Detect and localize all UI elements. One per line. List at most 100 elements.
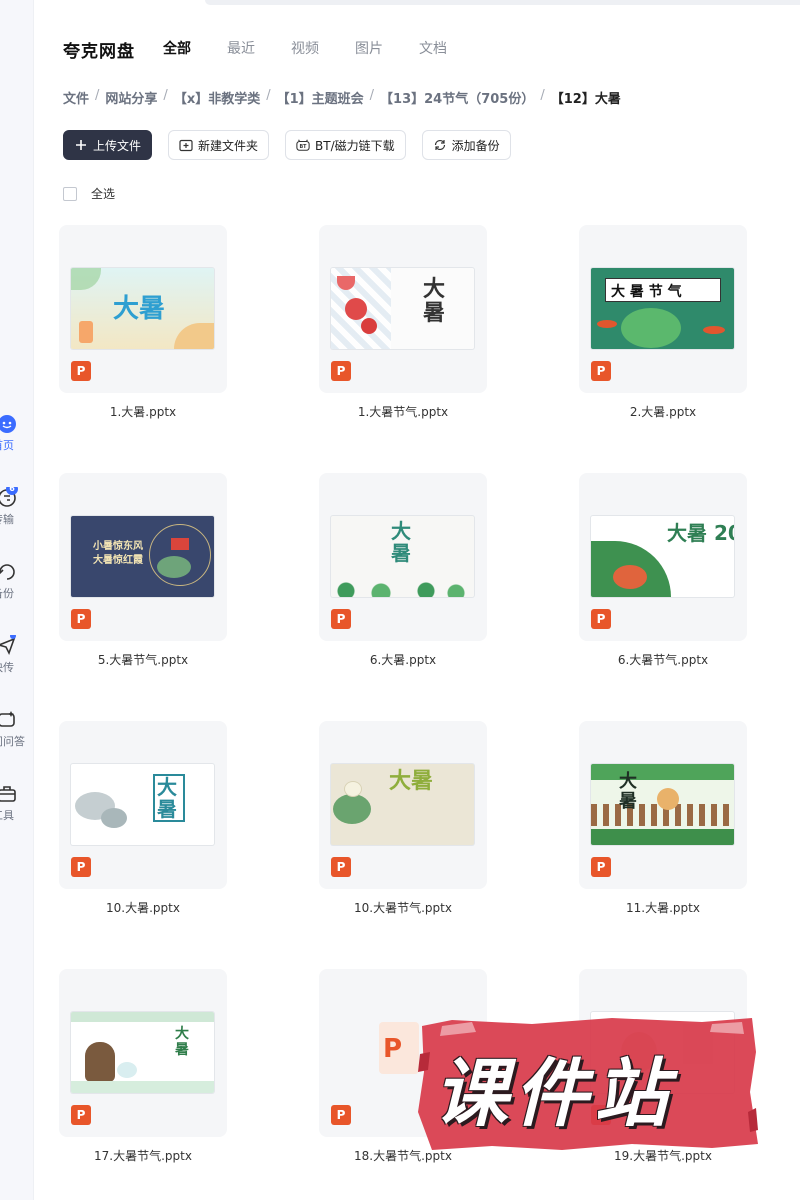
plus-icon [74, 138, 88, 152]
tab-recent[interactable]: 最近 [227, 38, 255, 58]
file-name[interactable]: 17.大暑节气.pptx [39, 1147, 247, 1164]
thumbnail-title: 大暑 [157, 775, 177, 821]
sidebar-item-label: 快传 [0, 661, 14, 674]
search-bar-edge [205, 0, 800, 5]
breadcrumb-current: 【12】大暑 [550, 92, 621, 107]
thumbnail-title: 大暑 [113, 294, 166, 324]
sidebar-item-label: 工具 [0, 809, 14, 822]
sidebar-item-tools[interactable]: 工具 [0, 783, 34, 839]
ppt-file-icon: P [71, 1105, 91, 1125]
file-name[interactable]: 2.大暑.pptx [559, 403, 767, 420]
file-thumbnail: 大暑 [331, 764, 474, 845]
breadcrumb-item[interactable]: 【13】24节气（705份） [380, 88, 534, 107]
watermark-stamp: 课件站 [412, 1012, 760, 1154]
watermark-text: 课件站 [434, 1051, 674, 1137]
brand-title: 夸克网盘 [63, 42, 135, 62]
tab-images[interactable]: 图片 [355, 38, 383, 58]
add-backup-button[interactable]: 添加备份 [421, 130, 511, 160]
file-card[interactable]: 大暑 P 10.大暑节气.pptx [319, 721, 487, 936]
ppt-file-icon: P [591, 609, 611, 629]
sync-icon [433, 138, 447, 152]
thumbnail-title: P [383, 1034, 403, 1064]
sidebar-item-transfer[interactable]: 6 传输 [0, 487, 34, 543]
thumbnail-title: 大暑 [619, 771, 637, 812]
sidebar-item-label: 首页 [0, 439, 14, 452]
backup-icon [0, 564, 15, 580]
file-thumbnail: 大暑 [71, 1012, 214, 1093]
select-all-checkbox[interactable] [63, 186, 77, 201]
file-thumbnail: 大暑 [71, 268, 214, 349]
thumbnail-title: 小暑惊东风 大暑惊红霞 [93, 541, 143, 566]
breadcrumb-item[interactable]: 【x】非教学类 [174, 88, 260, 107]
ppt-file-icon: P [331, 1105, 351, 1125]
file-name[interactable]: 6.大暑节气.pptx [559, 651, 767, 668]
file-name[interactable]: 11.大暑.pptx [559, 899, 767, 916]
sidebar-item-qa[interactable]: 问问答 [0, 709, 34, 765]
file-card[interactable]: 大暑 P 11.大暑.pptx [579, 721, 747, 936]
file-name[interactable]: 1.大暑.pptx [39, 403, 247, 420]
file-card[interactable]: 大暑 P 1.大暑节气.pptx [319, 225, 487, 440]
file-name[interactable]: 10.大暑.pptx [39, 899, 247, 916]
file-thumbnail: 小暑惊东风 大暑惊红霞 [71, 516, 214, 597]
ppt-file-icon: P [331, 857, 351, 877]
thumbnail-title: 大暑 [389, 769, 434, 794]
sidebar-item-label: 问问答 [0, 735, 25, 748]
file-card[interactable]: 大 暑 节 气 P 2.大暑.pptx [579, 225, 747, 440]
tab-all[interactable]: 全部 [163, 38, 191, 58]
tab-documents[interactable]: 文档 [419, 38, 447, 58]
bt-magnet-icon: BT [296, 138, 310, 152]
file-type-tabs: 全部 最近 视频 图片 文档 [163, 38, 483, 58]
ppt-file-icon: P [71, 361, 91, 381]
thumbnail-title: 大暑 [391, 519, 411, 565]
file-name[interactable]: 10.大暑节气.pptx [299, 899, 507, 916]
ppt-file-icon: P [591, 361, 611, 381]
file-card[interactable]: 大暑 2039 P 6.大暑节气.pptx [579, 473, 747, 688]
breadcrumb-item[interactable]: 文件 [63, 88, 89, 107]
qa-icon [0, 711, 15, 727]
file-thumbnail: 大暑 [331, 268, 474, 349]
sidebar-item-label: 备份 [0, 587, 14, 600]
file-card[interactable]: 大暑 P 17.大暑节气.pptx [59, 969, 227, 1184]
sidebar-item-home[interactable]: 首页 [0, 413, 34, 469]
sidebar-item-send[interactable]: 快传 [0, 635, 34, 691]
sidebar: 首页 6 传输 备份 快传 问问答 工具 [0, 0, 34, 1200]
ppt-file-icon: P [591, 857, 611, 877]
file-card[interactable]: 大暑 P 1.大暑.pptx [59, 225, 227, 440]
file-card[interactable]: 大暑 P 6.大暑.pptx [319, 473, 487, 688]
file-thumbnail: 大暑 2039 [591, 516, 734, 597]
file-thumbnail: 大 暑 节 气 [591, 268, 734, 349]
thumbnail-title: 大暑 [423, 277, 446, 326]
select-all[interactable]: 全选 [63, 185, 115, 202]
file-name[interactable]: 1.大暑节气.pptx [299, 403, 507, 420]
tab-video[interactable]: 视频 [291, 38, 319, 58]
file-card[interactable]: 大暑 P 10.大暑.pptx [59, 721, 227, 936]
thumbnail-title: 大暑 2039 [667, 521, 734, 545]
thumbnail-title: 大暑 [175, 1026, 189, 1058]
sidebar-item-backup[interactable]: 备份 [0, 561, 34, 617]
file-name[interactable]: 5.大暑节气.pptx [39, 651, 247, 668]
file-card[interactable]: 小暑惊东风 大暑惊红霞 P 5.大暑节气.pptx [59, 473, 227, 688]
toolbar: 上传文件 新建文件夹 BT BT/磁力链下载 添加备份 [63, 130, 527, 160]
ppt-file-icon: P [71, 857, 91, 877]
breadcrumb-item[interactable]: 【1】主题班会 [277, 88, 364, 107]
file-name[interactable]: 6.大暑.pptx [299, 651, 507, 668]
send-icon [0, 637, 16, 656]
ppt-file-icon: P [331, 609, 351, 629]
file-thumbnail: 大暑 [71, 764, 214, 845]
folder-plus-icon [179, 138, 193, 152]
svg-text:BT: BT [300, 144, 308, 150]
new-folder-button[interactable]: 新建文件夹 [168, 130, 270, 160]
home-icon [0, 415, 16, 433]
thumbnail-title: 大 暑 节 气 [611, 284, 682, 300]
breadcrumb: 文件 / 网站分享 / 【x】非教学类 / 【1】主题班会 / 【13】24节气（705… [63, 88, 621, 107]
bt-download-button[interactable]: BT BT/磁力链下载 [285, 130, 406, 160]
file-thumbnail: 大暑 [591, 764, 734, 845]
toolbox-icon [0, 786, 16, 802]
sidebar-item-label: 传输 [0, 513, 14, 526]
breadcrumb-item[interactable]: 网站分享 [105, 88, 157, 107]
select-all-label: 全选 [91, 187, 116, 201]
ppt-file-icon: P [71, 609, 91, 629]
file-thumbnail: 大暑 [331, 516, 474, 597]
ppt-file-icon: P [331, 361, 351, 381]
upload-button[interactable]: 上传文件 [63, 130, 153, 160]
